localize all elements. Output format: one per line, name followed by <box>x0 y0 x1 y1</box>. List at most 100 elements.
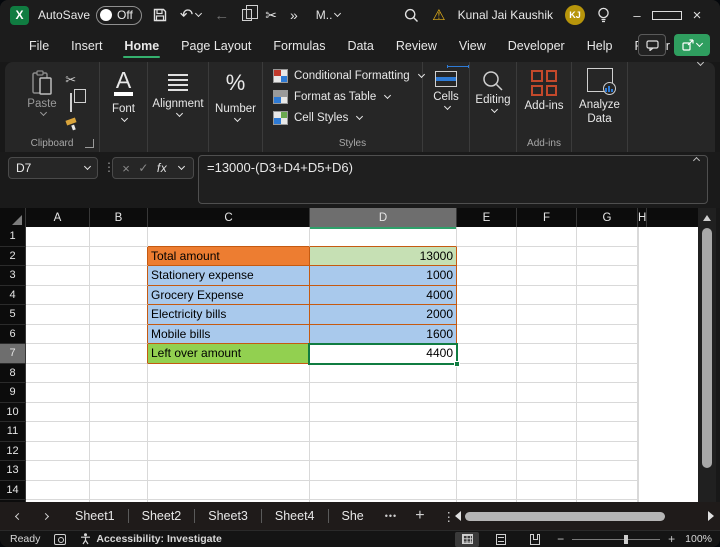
cell-A13[interactable] <box>26 461 90 481</box>
save-button[interactable] <box>151 8 169 22</box>
cell-B10[interactable] <box>90 403 148 423</box>
cell-A3[interactable] <box>26 266 90 286</box>
row-header-10[interactable]: 10 <box>0 403 26 423</box>
column-header-B[interactable]: B <box>90 208 148 227</box>
cell-E1[interactable] <box>457 227 517 247</box>
cell-E9[interactable] <box>457 383 517 403</box>
vertical-scrollbar[interactable] <box>698 208 716 502</box>
cell-A1[interactable] <box>26 227 90 247</box>
cell-H4[interactable] <box>638 286 639 306</box>
row-header-14[interactable]: 14 <box>0 481 26 501</box>
accessibility-status[interactable]: Accessibility: Investigate <box>80 533 221 545</box>
normal-view-button[interactable] <box>455 532 479 547</box>
name-box[interactable]: D7 <box>8 157 98 179</box>
cell-H2[interactable] <box>638 247 639 267</box>
cell-B3[interactable] <box>90 266 148 286</box>
tab-formulas[interactable]: Formulas <box>262 33 336 59</box>
sheet-options-icon[interactable]: ⋮ <box>443 509 456 524</box>
cell-C7[interactable]: Left over amount <box>148 344 310 364</box>
cell-D8[interactable] <box>310 364 457 384</box>
zoom-slider[interactable] <box>572 539 660 540</box>
cell-H9[interactable] <box>638 383 639 403</box>
cell-H1[interactable] <box>638 227 639 247</box>
row-header-11[interactable]: 11 <box>0 422 26 442</box>
cell-A9[interactable] <box>26 383 90 403</box>
column-header-F[interactable]: F <box>517 208 577 227</box>
cell-H13[interactable] <box>638 461 639 481</box>
cell-C5[interactable]: Electricity bills <box>148 305 310 325</box>
cell-D11[interactable] <box>310 422 457 442</box>
autosave-toggle[interactable]: Off <box>96 6 142 25</box>
record-macro-icon[interactable] <box>54 534 66 545</box>
cell-E11[interactable] <box>457 422 517 442</box>
clipboard-dialog-launcher[interactable] <box>85 139 94 148</box>
cancel-button[interactable]: × <box>122 161 130 176</box>
cell-C13[interactable] <box>148 461 310 481</box>
cell-A10[interactable] <box>26 403 90 423</box>
cut-button[interactable]: ✂ <box>65 72 76 88</box>
cell-G5[interactable] <box>577 305 638 325</box>
format-as-table-button[interactable]: Format as Table <box>273 90 390 104</box>
cell-E12[interactable] <box>457 442 517 462</box>
cell-C1[interactable] <box>148 227 310 247</box>
select-all-button[interactable] <box>0 208 26 227</box>
zoom-slider-thumb[interactable] <box>624 535 628 544</box>
cut-button[interactable]: ✂ <box>263 7 279 24</box>
tab-developer[interactable]: Developer <box>497 33 576 59</box>
next-sheet-button[interactable] <box>42 512 49 519</box>
page-layout-view-button[interactable] <box>489 532 513 547</box>
cell-F9[interactable] <box>517 383 577 403</box>
cell-A11[interactable] <box>26 422 90 442</box>
row-header-5[interactable]: 5 <box>0 305 26 325</box>
lightbulb-icon[interactable] <box>597 7 610 23</box>
scroll-up-arrow-icon[interactable] <box>703 215 711 221</box>
cell-C9[interactable] <box>148 383 310 403</box>
user-name[interactable]: Kunal Jai Kaushik <box>458 8 553 22</box>
cell-H14[interactable] <box>638 481 639 501</box>
cell-A6[interactable] <box>26 325 90 345</box>
sheet-tab-sheet1[interactable]: Sheet1 <box>62 509 128 523</box>
cell-F7[interactable] <box>517 344 577 364</box>
cell-A2[interactable] <box>26 247 90 267</box>
column-header-A[interactable]: A <box>26 208 90 227</box>
cell-D13[interactable] <box>310 461 457 481</box>
page-break-view-button[interactable] <box>523 532 547 547</box>
cell-C2[interactable]: Total amount <box>148 247 310 267</box>
cell-F13[interactable] <box>517 461 577 481</box>
cell-D9[interactable] <box>310 383 457 403</box>
cell-C11[interactable] <box>148 422 310 442</box>
cell-F2[interactable] <box>517 247 577 267</box>
cell-E14[interactable] <box>457 481 517 501</box>
formula-input[interactable]: =13000-(D3+D4+D5+D6) <box>198 155 708 204</box>
collapse-formula-bar-button[interactable] <box>693 157 700 164</box>
cell-G7[interactable] <box>577 344 638 364</box>
copy-button[interactable] <box>70 94 72 112</box>
row-header-1[interactable]: 1 <box>0 227 26 247</box>
close-button[interactable]: × <box>682 7 712 24</box>
row-header-3[interactable]: 3 <box>0 266 26 286</box>
cell-E8[interactable] <box>457 364 517 384</box>
row-header-8[interactable]: 8 <box>0 364 26 384</box>
cell-D4[interactable]: 4000 <box>310 286 457 306</box>
cell-D2[interactable]: 13000 <box>310 247 457 267</box>
cell-F11[interactable] <box>517 422 577 442</box>
cell-B7[interactable] <box>90 344 148 364</box>
cell-D14[interactable] <box>310 481 457 501</box>
prev-sheet-button[interactable] <box>15 512 22 519</box>
cell-E13[interactable] <box>457 461 517 481</box>
cell-F5[interactable] <box>517 305 577 325</box>
tab-view[interactable]: View <box>448 33 497 59</box>
avatar[interactable]: KJ <box>565 5 585 25</box>
zoom-level[interactable]: 100% <box>685 533 712 545</box>
cell-H3[interactable] <box>638 266 639 286</box>
cell-D10[interactable] <box>310 403 457 423</box>
cell-E4[interactable] <box>457 286 517 306</box>
zoom-in-button[interactable]: + <box>668 532 675 546</box>
cell-F6[interactable] <box>517 325 577 345</box>
cell-C3[interactable]: Stationery expense <box>148 266 310 286</box>
cell-F14[interactable] <box>517 481 577 501</box>
cell-H12[interactable] <box>638 442 639 462</box>
cell-B14[interactable] <box>90 481 148 501</box>
cell-A7[interactable] <box>26 344 90 364</box>
cell-B2[interactable] <box>90 247 148 267</box>
